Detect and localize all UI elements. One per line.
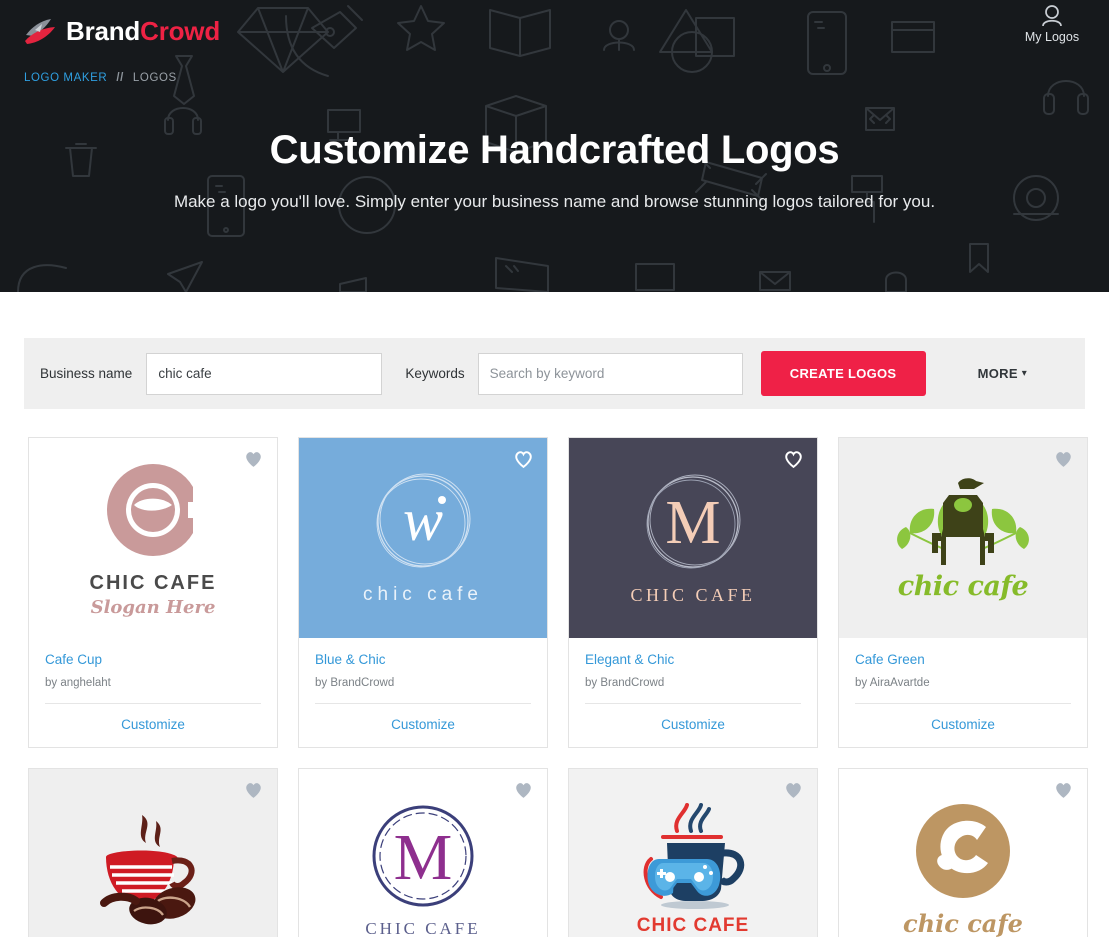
heart-icon[interactable] <box>244 450 263 468</box>
logo-business-name: CHIC CAFE <box>89 572 217 594</box>
customize-button[interactable]: Customize <box>29 704 277 747</box>
logo-card[interactable]: Customize <box>28 768 278 937</box>
logo-business-name: CHIC CAFE <box>630 584 756 605</box>
author-name: BrandCrowd <box>600 677 665 690</box>
customize-button[interactable]: Customize <box>299 704 547 747</box>
author-name: AiraAvartde <box>869 677 930 690</box>
heart-icon[interactable] <box>784 781 803 799</box>
logo-author: by anghelaht <box>45 677 261 689</box>
envelope-icon <box>759 271 791 291</box>
logo-preview[interactable]: w chic cafe <box>299 438 547 638</box>
business-name-input[interactable] <box>146 352 383 395</box>
logo-author: by BrandCrowd <box>585 677 801 689</box>
svg-text:M: M <box>394 821 453 894</box>
flag-icon <box>495 257 549 292</box>
paper-plane-icon <box>167 261 203 292</box>
breadcrumb-logo-maker-link[interactable]: LOGO MAKER <box>24 72 107 84</box>
top-navigation-bar: BrandCrowd LOGO MAKER // LOGOS My Logos <box>0 0 1109 96</box>
logo-preview[interactable]: chic cafe <box>839 438 1087 638</box>
brand-name-part2: Crowd <box>140 16 221 46</box>
logo-card[interactable]: M CHIC CAFE Customize <box>298 768 548 937</box>
heart-icon[interactable] <box>514 781 533 799</box>
browser-window-icon <box>635 263 675 291</box>
w-monogram-circle-art: w <box>376 473 471 568</box>
more-label: MORE <box>977 366 1018 381</box>
my-logos-label: My Logos <box>1024 30 1080 44</box>
brandcrowd-wordmark: BrandCrowd <box>66 18 220 44</box>
logo-preview[interactable]: chic cafe <box>839 769 1087 937</box>
logo-business-name: chic cafe <box>363 584 483 605</box>
user-avatar-icon <box>1042 5 1062 27</box>
customize-button[interactable]: Customize <box>569 704 817 747</box>
logo-title[interactable]: Elegant & Chic <box>585 652 801 668</box>
brand-name-part1: Brand <box>66 16 141 46</box>
keywords-input[interactable] <box>477 352 743 395</box>
garden-chair-leaves-bird-art <box>897 477 1029 565</box>
chevron-down-icon: ▾ <box>1021 368 1028 379</box>
logo-business-name: CHIC CAFE <box>365 919 481 937</box>
mail-code-icon <box>865 107 895 131</box>
circle-icon <box>17 264 67 292</box>
logo-preview[interactable]: M CHIC CAFE <box>569 438 817 638</box>
logo-title[interactable]: Cafe Green <box>855 652 1071 668</box>
create-logos-button[interactable]: CREATE LOGOS <box>760 351 926 396</box>
layers-icon <box>339 277 367 292</box>
logo-tagline: Slogan Here <box>90 597 216 618</box>
brandcrowd-logo[interactable]: BrandCrowd <box>24 17 220 45</box>
logo-title[interactable]: Blue & Chic <box>315 652 531 668</box>
author-prefix: by <box>315 677 331 690</box>
logo-card[interactable]: CHIC CAFE Customize <box>568 768 818 937</box>
logo-preview[interactable]: CHIC CAFE Slogan Here <box>29 438 277 638</box>
author-prefix: by <box>45 677 61 690</box>
customize-button[interactable]: Customize <box>839 704 1087 747</box>
heart-icon[interactable] <box>1054 450 1073 468</box>
author-prefix: by <box>585 677 601 690</box>
bookmark-icon <box>969 243 989 273</box>
heart-icon[interactable] <box>1054 781 1073 799</box>
logo-business-name: chic cafe <box>903 908 1023 937</box>
brandcrowd-swoosh-icon <box>25 19 55 44</box>
logo-preview[interactable]: M CHIC CAFE <box>299 769 547 937</box>
logo-preview[interactable] <box>29 769 277 937</box>
page-title: Customize Handcrafted Logos <box>269 128 840 172</box>
hero-banner: BrandCrowd LOGO MAKER // LOGOS My Logos … <box>0 0 1109 292</box>
bookmark-icon <box>885 271 907 292</box>
breadcrumb-separator: // <box>116 72 124 84</box>
author-prefix: by <box>855 677 870 690</box>
svg-text:w: w <box>403 487 443 553</box>
c-ring-coffee-bean-art <box>107 463 210 557</box>
heart-icon[interactable] <box>514 450 533 468</box>
m-monogram-navy-circle-art: M <box>372 805 474 907</box>
logo-card[interactable]: M CHIC CAFE Elegant & Chic by BrandCrowd… <box>568 437 818 749</box>
svg-text:M: M <box>665 489 720 557</box>
breadcrumb-current: LOGOS <box>132 72 177 84</box>
m-monogram-circle-art: M <box>646 474 741 568</box>
author-name: anghelaht <box>60 677 111 690</box>
my-logos-button[interactable]: My Logos <box>1013 4 1091 44</box>
logo-card[interactable]: w chic cafe Blue & Chic by BrandCrowd Cu… <box>298 437 548 749</box>
gamepad-coffee-cup-art <box>643 803 745 910</box>
business-name-label: Business name <box>40 366 133 381</box>
logo-card[interactable]: chic cafe Cafe Green by AiraAvartde Cust… <box>838 437 1088 749</box>
page-subtitle: Make a logo you'll love. Simply enter yo… <box>173 192 936 211</box>
logo-results-grid: CHIC CAFE Slogan Here Cafe Cup by anghel… <box>28 437 1088 937</box>
logo-author: by AiraAvartde <box>855 677 1071 689</box>
logo-search-bar: Business name Keywords CREATE LOGOS MORE… <box>24 338 1085 409</box>
logo-card[interactable]: CHIC CAFE Slogan Here Cafe Cup by anghel… <box>28 437 278 749</box>
logo-business-name: CHIC CAFE <box>636 915 750 937</box>
logo-preview[interactable]: CHIC CAFE <box>569 769 817 937</box>
logo-card[interactable]: chic cafe Customize <box>838 768 1088 937</box>
red-coffee-cup-beans-art <box>100 815 196 925</box>
author-name: BrandCrowd <box>330 677 395 690</box>
logo-business-name: chic cafe <box>897 570 1029 602</box>
logo-title[interactable]: Cafe Cup <box>45 652 261 668</box>
more-options-button[interactable]: MORE ▾ <box>978 366 1028 381</box>
breadcrumb: LOGO MAKER // LOGOS <box>24 72 177 84</box>
c-tan-circle-art <box>916 803 1010 898</box>
heart-icon[interactable] <box>784 450 803 468</box>
logo-author: by BrandCrowd <box>315 677 531 689</box>
heart-icon[interactable] <box>244 781 263 799</box>
keywords-label: Keywords <box>405 366 465 381</box>
